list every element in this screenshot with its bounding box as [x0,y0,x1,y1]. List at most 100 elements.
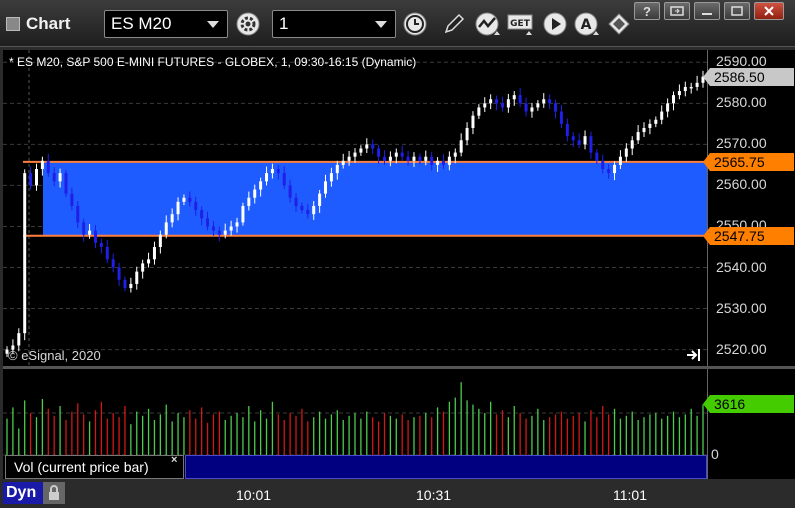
price-pane[interactable] [3,50,707,366]
chevron-down-icon[interactable] [375,20,387,28]
candle-body [447,156,451,165]
candle-body [554,103,558,112]
help-button[interactable]: ? [634,2,660,20]
minimize-button[interactable] [694,2,720,20]
candle-body [335,164,339,174]
candle-body [624,148,628,157]
link-icon[interactable] [605,10,633,38]
volume-axis[interactable]: 0 3616 [703,369,795,479]
symbol-value: ES M20 [111,14,172,33]
candle-body [453,152,457,157]
candle-body [565,123,569,137]
candle-body [282,173,286,186]
symbol-combo[interactable]: ES M20 [104,10,228,38]
gear-icon[interactable] [234,10,262,38]
alert-icon[interactable]: A [573,10,601,38]
window-icon [6,17,20,31]
get-icon[interactable]: GET [507,10,537,38]
time-axis[interactable]: 10:01 10:31 11:01 [0,480,795,508]
price-chart[interactable] [3,50,707,366]
candle-body [99,242,103,247]
volume-tick-label: 0 [711,446,719,462]
price-axis[interactable]: 2520.00 2530.00 2540.00 2550.00 2560.00 2570.… [703,50,795,366]
candle-body [294,197,298,206]
candle-body [76,205,80,223]
play-icon[interactable] [541,10,569,38]
time-tick-label: 10:01 [236,487,272,503]
dynamic-mode-button[interactable]: Dyn [3,482,43,504]
candle-body [324,181,328,194]
candle-body [176,201,180,215]
candle-body [430,156,434,165]
close-icon[interactable]: × [171,454,177,466]
maximize-button[interactable] [724,2,750,20]
candle-body [536,103,540,108]
lock-icon[interactable] [43,482,65,504]
candle-body [559,111,563,124]
volume-study-label[interactable]: Vol (current price bar) [5,455,184,479]
candle-body [147,259,151,264]
candle-body [93,230,97,243]
candle-body [441,160,445,165]
candle-body [589,136,593,153]
band-lower-tag: 2547.75 [703,226,794,245]
candle-body [365,144,369,149]
candle-body [500,103,504,108]
svg-text:A: A [581,17,592,33]
candle-body [52,173,56,182]
candle-body [424,156,428,161]
interval-value: 1 [279,14,289,33]
candle-body [300,205,304,211]
candle-body [253,189,257,198]
candle-body [194,201,198,211]
candle-body [666,103,670,112]
candle-body [418,156,422,161]
scroll-to-end-icon[interactable] [686,348,702,362]
candle-body [459,140,463,153]
candle-body [265,173,269,182]
restore-button[interactable] [664,2,690,20]
candle-body [388,156,392,161]
candle-body [46,160,50,174]
candle-body [17,333,21,346]
candle-body [648,123,652,128]
candle-body [400,152,404,157]
pencil-icon[interactable] [440,10,468,38]
candle-body [58,173,62,182]
candle-body [636,132,640,141]
price-tick-label: 2540.00 [716,258,767,275]
candle-body [129,283,133,289]
candle-body [276,169,280,174]
candle-body [672,95,676,104]
last-volume-tag: 3616 [703,395,794,414]
candle-body [82,222,86,235]
candle-body [489,99,493,104]
candle-body [23,173,27,334]
clock-icon[interactable] [401,10,429,38]
candle-body [270,169,274,174]
candle-body [518,95,522,104]
chevron-down-icon[interactable] [207,20,219,28]
candle-body [347,156,351,161]
candle-body [654,119,658,124]
time-tick-label: 10:31 [416,487,452,503]
candle-body [200,210,204,219]
price-tick-label: 2520.00 [716,340,767,357]
close-button[interactable] [754,2,784,20]
time-tick-label: 11:01 [613,487,647,503]
candle-body [152,246,156,260]
candle-body [88,230,92,235]
candle-body [40,160,44,170]
candle-body [695,82,699,87]
study-strip [185,455,707,479]
interval-combo[interactable]: 1 [272,10,396,38]
candle-body [530,107,534,112]
candle-body [583,136,587,145]
price-tick-label: 2580.00 [716,94,767,111]
candle-body [329,173,333,182]
study-icon[interactable] [474,10,502,38]
candle-body [548,99,552,104]
candle-body [512,95,516,100]
candle-body [123,279,127,289]
candle-body [660,111,664,120]
